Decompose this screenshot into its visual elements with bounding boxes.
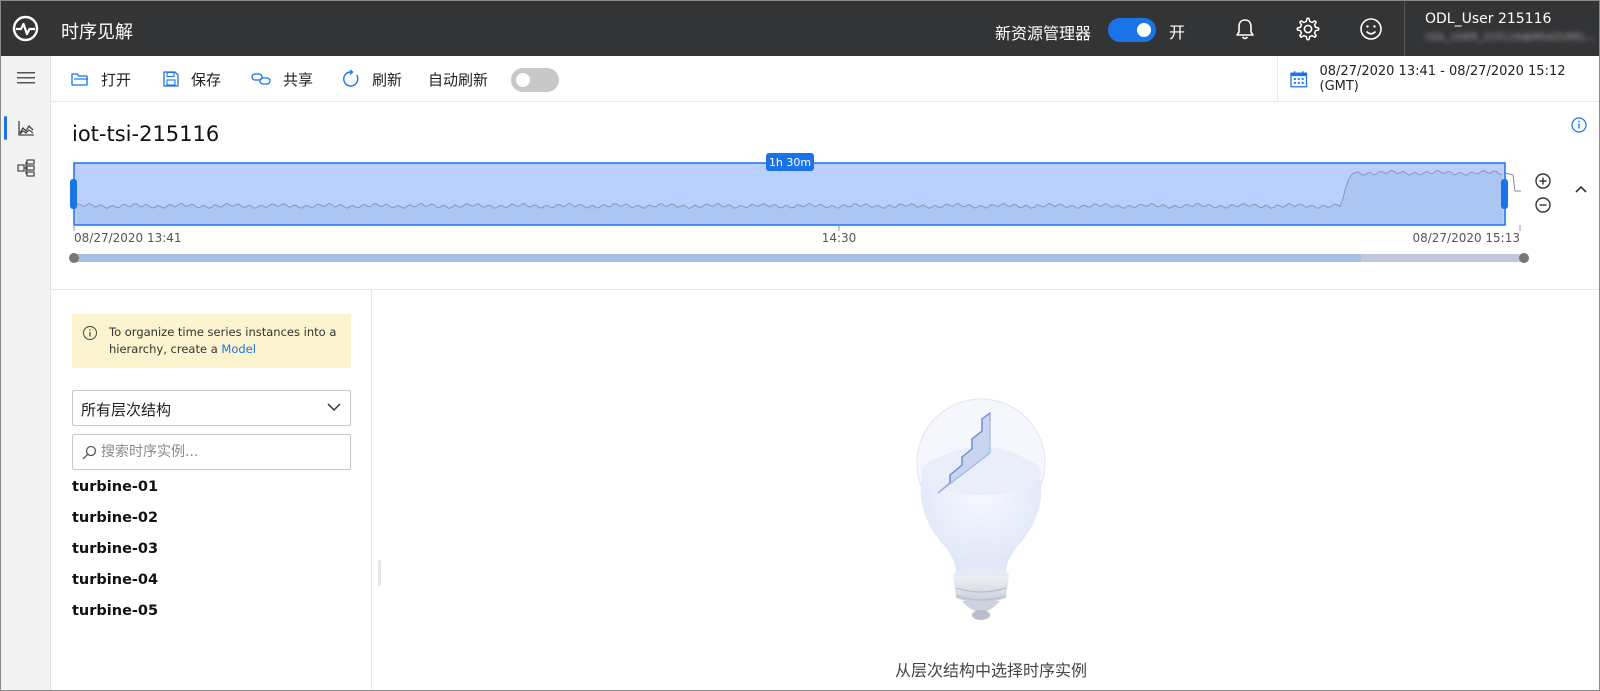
- app-title: 时序见解: [61, 22, 133, 43]
- empty-state-caption: 从层次结构中选择时序实例: [894, 661, 1087, 680]
- bell-icon[interactable]: [1231, 15, 1259, 43]
- mid-time-label: 14:30: [822, 231, 857, 245]
- hierarchy-item-turbine-03[interactable]: turbine-03: [72, 541, 158, 557]
- new-explorer-label: 新资源管理器: [995, 24, 1092, 43]
- instance-search[interactable]: [72, 434, 351, 470]
- hamburger-icon: [17, 72, 35, 84]
- chevron-up-icon[interactable]: [1574, 184, 1588, 194]
- search-input[interactable]: [101, 441, 341, 463]
- top-bar: 时序见解 新资源管理器 开 ODL_User 215116 ODL_USER_2…: [1, 1, 1599, 56]
- search-icon: [82, 445, 97, 460]
- analyze-nav-button[interactable]: [1, 108, 51, 148]
- tsi-logo-icon[interactable]: [11, 14, 40, 43]
- share-button[interactable]: 共享: [251, 56, 313, 102]
- refresh-button[interactable]: 刷新: [342, 56, 402, 102]
- link-share-icon: [251, 73, 271, 85]
- save-button[interactable]: 保存: [163, 56, 221, 102]
- chart-area-icon: [18, 121, 34, 136]
- user-account[interactable]: ODL_User 215116 ODL_USER_215116@MSAZUREL…: [1404, 1, 1599, 56]
- panel-resize-handle[interactable]: [378, 560, 381, 586]
- hierarchy-item-turbine-04[interactable]: turbine-04: [72, 572, 158, 588]
- hierarchy-select-value: 所有层次结构: [81, 401, 172, 419]
- hamburger-menu-button[interactable]: [1, 58, 51, 98]
- user-name: ODL_User 215116: [1425, 11, 1552, 27]
- new-explorer-toggle[interactable]: [1108, 18, 1156, 42]
- save-disk-icon: [163, 71, 179, 87]
- window-duration-label: 1h 30m: [769, 156, 811, 169]
- auto-refresh-text: 自动刷新: [428, 70, 489, 89]
- open-label: 打开: [101, 70, 132, 89]
- hierarchy-item-turbine-01[interactable]: turbine-01: [72, 479, 158, 495]
- info-icon[interactable]: [1571, 117, 1587, 133]
- lightbulb-chart-illustration: [916, 398, 1046, 620]
- hierarchy-select[interactable]: 所有层次结构: [72, 390, 351, 426]
- date-range-picker[interactable]: 08/27/2020 13:41 - 08/27/2020 15:12 (GMT…: [1277, 56, 1599, 102]
- scrubber-track: [74, 254, 1524, 262]
- calendar-icon: [1290, 71, 1308, 88]
- save-label: 保存: [191, 70, 222, 89]
- active-indicator: [4, 116, 7, 140]
- left-range-handle: [70, 179, 77, 209]
- date-range-text: 08/27/2020 13:41 - 08/27/2020 15:12 (GMT…: [1319, 64, 1566, 94]
- toggle-knob: [1137, 23, 1151, 37]
- folder-open-icon: [71, 73, 88, 86]
- open-button[interactable]: 打开: [71, 56, 131, 102]
- smiley-feedback-icon[interactable]: [1357, 15, 1385, 43]
- toggle-knob: [516, 73, 530, 87]
- zoom-out-icon[interactable]: [1535, 197, 1551, 213]
- gear-icon[interactable]: [1294, 15, 1322, 43]
- user-email: ODL_USER_215116@MSAZUREL...: [1425, 32, 1596, 43]
- end-time-label: 08/27/2020 15:13: [1412, 231, 1520, 245]
- right-range-handle: [1501, 179, 1508, 209]
- start-time-label: 08/27/2020 13:41: [74, 231, 182, 245]
- info-icon: [83, 326, 97, 340]
- availability-chart[interactable]: 1h 30m 08/27/2020 13:41 14:30 08/27/2020…: [1, 151, 1600, 276]
- hierarchy-item-turbine-02[interactable]: turbine-02: [72, 510, 158, 526]
- refresh-label: 刷新: [372, 70, 403, 89]
- chevron-down-icon: [327, 403, 341, 412]
- share-label: 共享: [283, 70, 314, 89]
- model-link[interactable]: Model: [221, 342, 256, 356]
- auto-refresh-label: 自动刷新: [428, 56, 488, 102]
- model-notice: To organize time series instances into a…: [72, 314, 351, 368]
- new-explorer-state: 开: [1169, 23, 1186, 42]
- scrubber-start-knob: [69, 253, 79, 263]
- app-frame: 时序见解 新资源管理器 开 ODL_User 215116 ODL_USER_2…: [0, 0, 1600, 691]
- environment-name: iot-tsi-215116: [72, 122, 220, 146]
- toolbar: 打开 保存 共享 刷新 自动刷新 08/27/2020 13:41 - 08/2…: [51, 56, 1599, 102]
- zoom-in-icon[interactable]: [1535, 173, 1551, 189]
- hierarchy-panel: To organize time series instances into a…: [51, 290, 372, 690]
- hierarchy-item-turbine-05[interactable]: turbine-05: [72, 603, 158, 619]
- refresh-icon: [343, 70, 359, 87]
- scrubber-end-knob: [1519, 253, 1529, 263]
- auto-refresh-toggle[interactable]: [511, 68, 559, 92]
